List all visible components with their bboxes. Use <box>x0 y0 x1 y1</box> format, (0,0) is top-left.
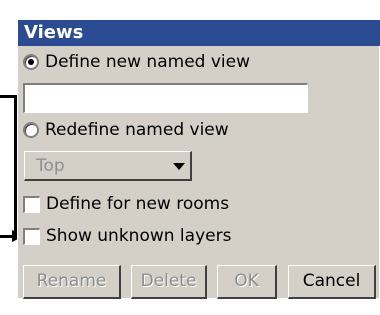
define-for-new-rooms-label: Define for new rooms <box>46 194 230 214</box>
ok-button[interactable]: OK <box>217 265 277 299</box>
chevron-down-icon <box>173 163 185 170</box>
redefine-radio[interactable] <box>23 122 39 138</box>
show-unknown-layers-checkbox[interactable] <box>23 228 40 245</box>
redefine-label: Redefine named view <box>45 120 229 140</box>
define-new-radio[interactable] <box>23 54 39 70</box>
view-select-value: Top <box>36 156 65 176</box>
dialog-title-bar: Views <box>18 20 380 46</box>
view-select-dropdown[interactable]: Top <box>24 151 192 181</box>
show-unknown-layers-label: Show unknown layers <box>46 226 232 246</box>
radio-selected-dot <box>28 59 34 65</box>
callout-line-top <box>0 95 18 98</box>
rename-button[interactable]: Rename <box>23 265 121 299</box>
views-dialog: Views Define new named view Redefine nam… <box>17 19 380 299</box>
view-name-input[interactable] <box>23 83 308 113</box>
delete-button[interactable]: Delete <box>131 265 207 299</box>
define-for-new-rooms-checkbox[interactable] <box>23 196 40 213</box>
define-new-label: Define new named view <box>45 52 250 72</box>
cancel-button[interactable]: Cancel <box>288 265 376 299</box>
dialog-title: Views <box>24 22 84 43</box>
callout-line-bottom <box>0 235 16 238</box>
